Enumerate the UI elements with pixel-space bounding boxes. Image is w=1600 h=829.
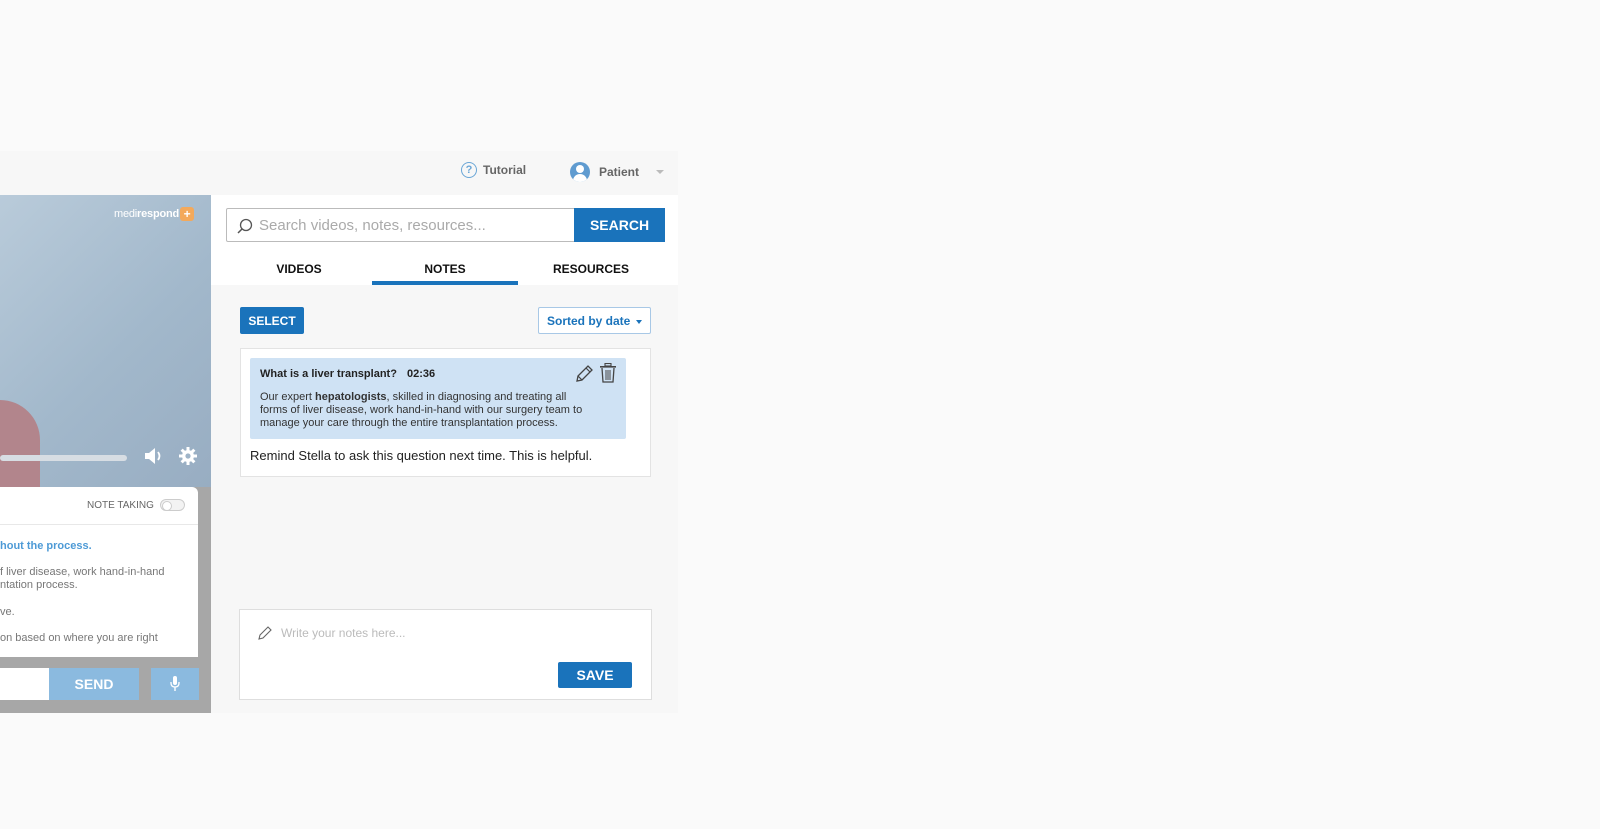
top-header: ? Tutorial Patient: [0, 151, 678, 195]
search-bar-area: SEARCH VIDEOS NOTES RESOURCES: [211, 195, 678, 285]
tab-videos[interactable]: VIDEOS: [226, 262, 372, 276]
search-input[interactable]: [259, 209, 569, 241]
note-input[interactable]: [281, 623, 621, 643]
save-button[interactable]: SAVE: [558, 662, 632, 688]
note-taking-label: NOTE TAKING: [87, 500, 154, 511]
transcript-line: hout the process.: [0, 540, 92, 552]
sort-dropdown[interactable]: Sorted by date: [538, 307, 651, 334]
search-button[interactable]: SEARCH: [574, 208, 665, 242]
trash-icon[interactable]: [599, 363, 617, 383]
volume-icon[interactable]: [144, 447, 164, 465]
video-player[interactable]: medirespond +: [0, 195, 211, 487]
video-presenter: [0, 400, 40, 487]
search-box[interactable]: [226, 208, 576, 242]
chevron-down-icon[interactable]: [656, 170, 664, 174]
microphone-button[interactable]: [151, 668, 199, 700]
active-tab-indicator: [372, 281, 518, 285]
tab-resources[interactable]: RESOURCES: [518, 262, 664, 276]
pencil-icon: [258, 626, 272, 640]
transcript-line: ve.: [0, 606, 15, 618]
transcript-line: on based on where you are right: [0, 632, 158, 644]
user-menu[interactable]: Patient: [570, 162, 639, 182]
select-button[interactable]: SELECT: [240, 307, 304, 334]
tutorial-link[interactable]: ? Tutorial: [461, 162, 526, 178]
chat-panel: NOTE TAKING hout the process. f liver di…: [0, 487, 211, 713]
search-icon: [237, 218, 253, 234]
note-timestamp[interactable]: 02:36: [407, 368, 435, 380]
transcript-card: NOTE TAKING hout the process. f liver di…: [0, 487, 198, 657]
user-label: Patient: [599, 165, 640, 179]
send-button[interactable]: SEND: [49, 668, 139, 700]
note-taking-toggle[interactable]: [160, 499, 185, 511]
tutorial-label: Tutorial: [483, 163, 527, 177]
notes-pane: SEARCH VIDEOS NOTES RESOURCES SELECT Sor…: [211, 195, 678, 713]
divider: [0, 524, 198, 525]
note-quote-text: Our expert hepatologists, skilled in dia…: [260, 391, 583, 429]
video-seek-bar[interactable]: [0, 455, 127, 461]
pencil-icon[interactable]: [574, 364, 594, 384]
note-editor: SAVE: [239, 609, 652, 700]
medirespond-logo: medirespond +: [114, 207, 195, 221]
transcript-line: ntation process.: [0, 579, 78, 591]
note-quote: What is a liver transplant? 02:36 Our ex…: [250, 358, 626, 439]
note-video-title: What is a liver transplant?: [260, 368, 397, 380]
help-icon: ?: [461, 162, 477, 178]
note-card[interactable]: What is a liver transplant? 02:36 Our ex…: [240, 348, 651, 477]
sort-label: Sorted by date: [547, 313, 631, 328]
chat-input[interactable]: [0, 668, 49, 700]
user-avatar-icon: [570, 162, 590, 182]
tab-notes[interactable]: NOTES: [372, 262, 518, 276]
chevron-down-icon: [636, 320, 642, 324]
gear-icon[interactable]: [179, 447, 197, 465]
note-text: Remind Stella to ask this question next …: [250, 448, 593, 463]
transcript-line: f liver disease, work hand-in-hand: [0, 566, 165, 578]
microphone-icon: [170, 676, 180, 691]
